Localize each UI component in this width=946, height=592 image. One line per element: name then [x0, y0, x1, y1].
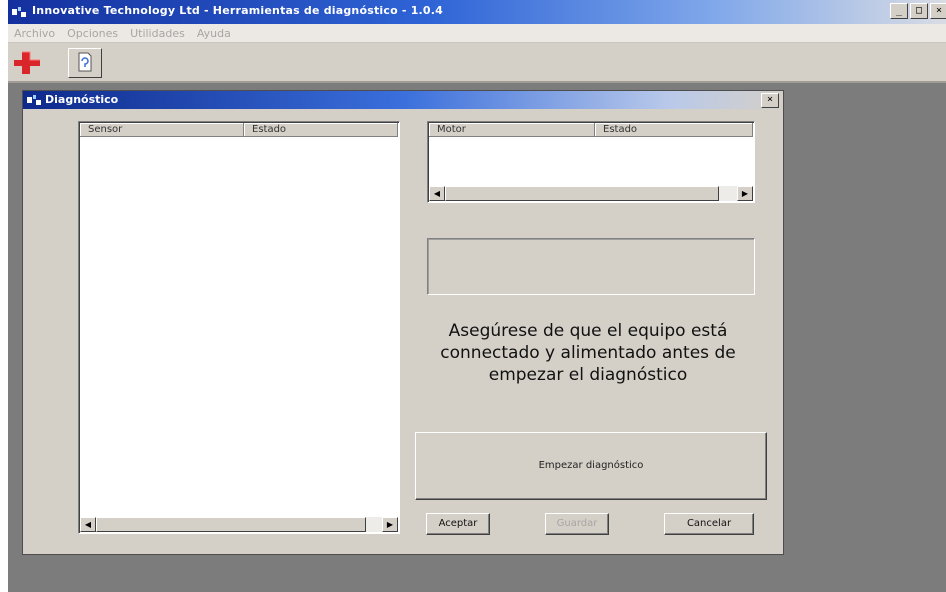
- cancel-button[interactable]: Cancelar: [664, 513, 754, 535]
- menu-ayuda[interactable]: Ayuda: [197, 27, 231, 40]
- instruction-message: Asegúrese de que el equipo está connecta…: [440, 321, 736, 385]
- scroll-left-icon[interactable]: ◀: [429, 186, 445, 201]
- document-icon: [78, 52, 92, 72]
- app-title: Innovative Technology Ltd - Herramientas…: [32, 4, 444, 17]
- motor-list-scrollbar[interactable]: ◀ ▶: [429, 186, 753, 201]
- toolbar: [8, 43, 946, 83]
- dialog-close-button[interactable]: ×: [761, 93, 779, 108]
- start-diagnostic-button[interactable]: Empezar diagnóstico: [415, 432, 767, 500]
- app-titlebar[interactable]: Innovative Technology Ltd - Herramientas…: [8, 0, 946, 24]
- scroll-left-icon[interactable]: ◀: [80, 517, 96, 532]
- scroll-right-icon[interactable]: ▶: [382, 517, 398, 532]
- scroll-right-icon[interactable]: ▶: [737, 186, 753, 201]
- motor-list[interactable]: Motor Estado ◀ ▶: [427, 121, 755, 203]
- column-estado[interactable]: Estado: [595, 123, 753, 137]
- dialog-icon: [27, 95, 41, 105]
- scroll-track[interactable]: [96, 517, 382, 532]
- diagnostic-dialog: Diagnóstico × Sensor Estado ◀ ▶ Motor Es…: [22, 90, 784, 555]
- sensor-list[interactable]: Sensor Estado ◀ ▶: [78, 121, 400, 534]
- save-button[interactable]: Guardar: [545, 513, 609, 535]
- document-button[interactable]: [68, 48, 102, 78]
- status-box: [427, 238, 755, 295]
- motor-list-header: Motor Estado: [429, 123, 753, 137]
- minimize-button[interactable]: _: [890, 3, 908, 19]
- window-controls: _ □ ×: [890, 3, 946, 19]
- sensor-list-scrollbar[interactable]: ◀ ▶: [80, 517, 398, 532]
- scroll-track[interactable]: [445, 186, 737, 201]
- mdi-workspace: Diagnóstico × Sensor Estado ◀ ▶ Motor Es…: [8, 83, 946, 592]
- menu-opciones[interactable]: Opciones: [67, 27, 118, 40]
- scroll-thumb[interactable]: [96, 517, 366, 532]
- dialog-title: Diagnóstico: [45, 93, 119, 106]
- column-sensor[interactable]: Sensor: [80, 123, 244, 137]
- sensor-list-header: Sensor Estado: [80, 123, 398, 137]
- app-window: Innovative Technology Ltd - Herramientas…: [8, 0, 946, 592]
- column-motor[interactable]: Motor: [429, 123, 595, 137]
- app-icon: [12, 7, 26, 17]
- column-estado[interactable]: Estado: [244, 123, 398, 137]
- red-arrow-icon[interactable]: [10, 47, 44, 77]
- maximize-button[interactable]: □: [910, 3, 928, 19]
- dialog-titlebar[interactable]: Diagnóstico ×: [23, 91, 783, 109]
- menu-utilidades[interactable]: Utilidades: [130, 27, 185, 40]
- close-button[interactable]: ×: [930, 3, 946, 19]
- menu-archivo[interactable]: Archivo: [14, 27, 55, 40]
- scroll-thumb[interactable]: [445, 186, 719, 201]
- accept-button[interactable]: Aceptar: [426, 513, 490, 535]
- menubar: Archivo Opciones Utilidades Ayuda: [8, 24, 946, 43]
